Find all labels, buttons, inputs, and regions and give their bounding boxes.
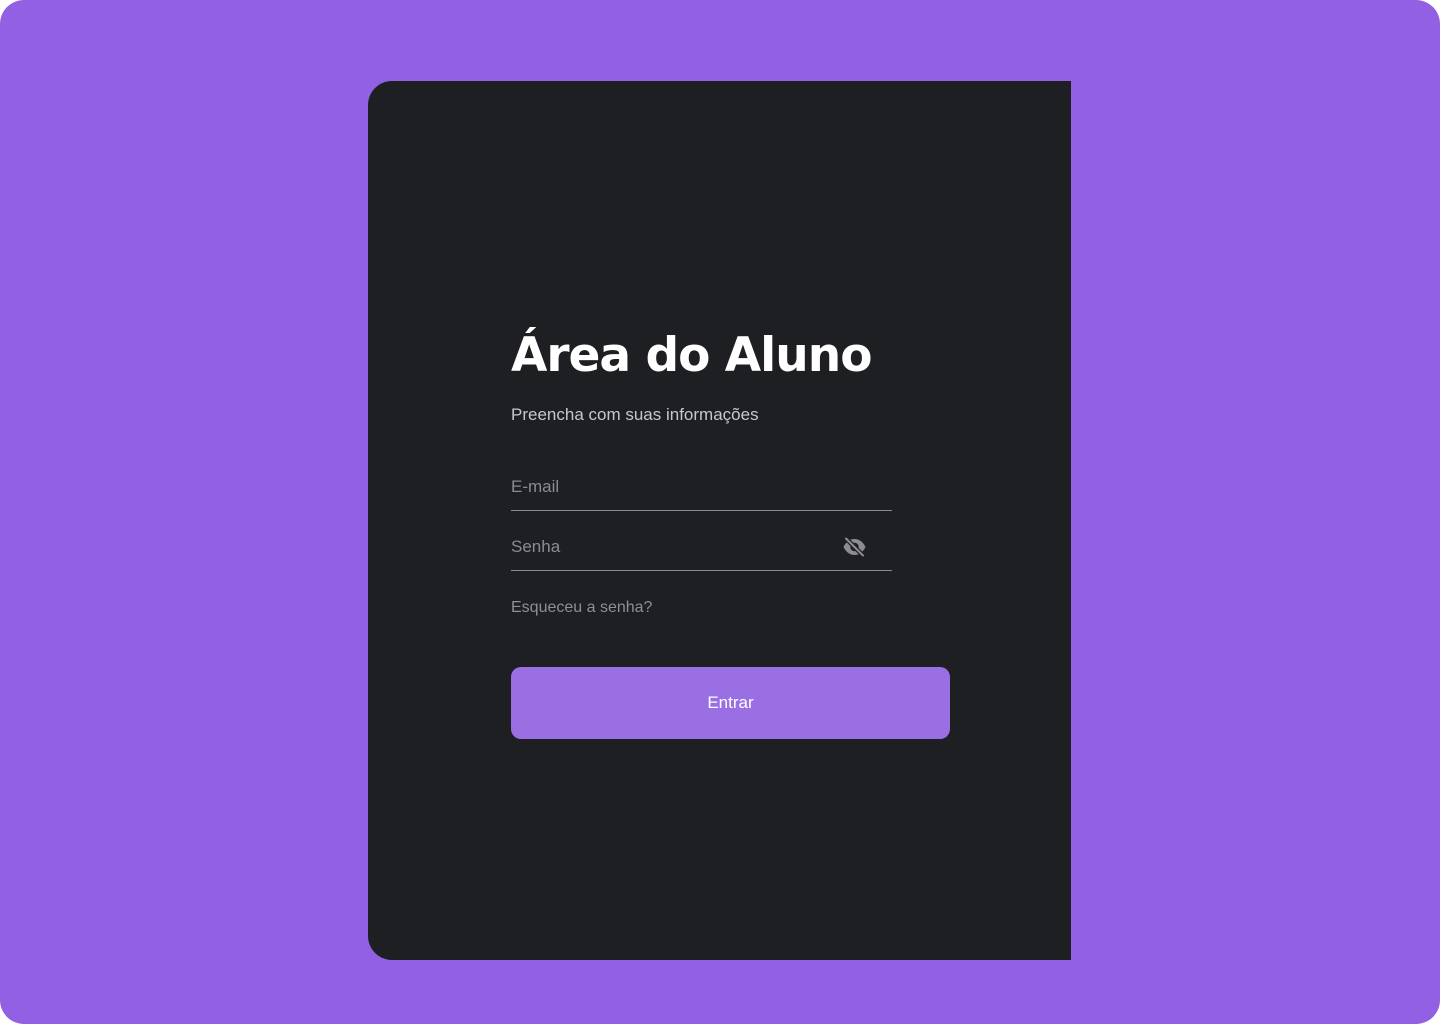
email-field <box>511 461 892 511</box>
password-field <box>511 521 892 571</box>
login-button[interactable]: Entrar <box>511 667 950 739</box>
page-background: Área do Aluno Preencha com suas informaç… <box>0 0 1440 1024</box>
login-card: Área do Aluno Preencha com suas informaç… <box>368 81 1071 960</box>
eye-off-icon <box>843 537 865 557</box>
forgot-password-link[interactable]: Esqueceu a senha? <box>511 596 652 620</box>
email-input[interactable] <box>511 473 831 501</box>
password-visibility-toggle[interactable] <box>841 535 867 559</box>
password-input[interactable] <box>511 533 831 561</box>
page-title: Área do Aluno <box>511 328 872 383</box>
page-subtitle: Preencha com suas informações <box>511 405 759 424</box>
